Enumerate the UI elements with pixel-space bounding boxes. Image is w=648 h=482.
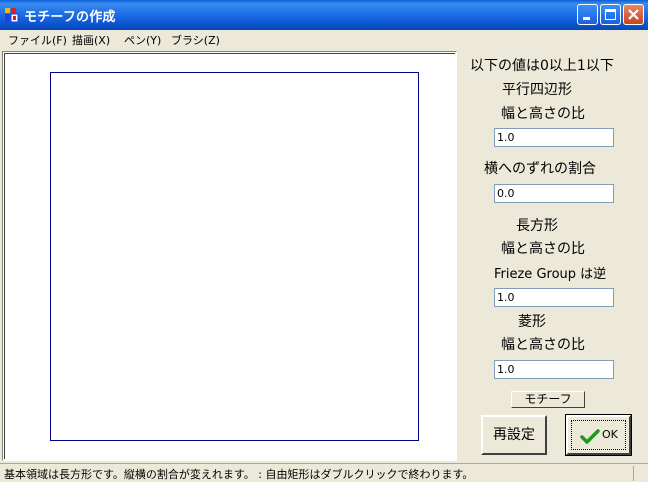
rectangle-ratio-field[interactable]: 1.0 [494, 288, 614, 307]
shift-ratio-label: 横へのずれの割合 [484, 161, 596, 177]
status-separator [633, 466, 634, 481]
menu-file[interactable]: ファイル(F) [8, 32, 67, 48]
frieze-note: Frieze Group は逆 [494, 267, 607, 282]
rectangle-title: 長方形 [516, 218, 558, 234]
parallelogram-title: 平行四辺形 [502, 82, 572, 98]
menu-brush[interactable]: ブラシ(Z) [171, 32, 220, 48]
ok-button[interactable]: OK [565, 414, 632, 456]
menu-pen[interactable]: ペン(Y) [124, 32, 161, 48]
rectangle-ratio-label: 幅と高さの比 [501, 241, 585, 257]
ok-label: OK [602, 428, 618, 441]
menu-bar: ファイル(F) 描画(X) ペン(Y) ブラシ(Z) [0, 30, 648, 48]
status-bar: 基本領域は長方形です。縦横の割合が変えれます。 : 自由矩形はダブルクリックで終… [0, 463, 648, 482]
menu-draw[interactable]: 描画(X) [72, 32, 110, 48]
rhombus-ratio-label: 幅と高さの比 [501, 337, 585, 353]
motif-button[interactable]: モチーフ [511, 391, 585, 408]
motif-window: モチーフの作成 ファイル(F) 描画(X) ペン(Y) ブラシ(Z) 以下の値は… [0, 0, 648, 482]
app-icon [5, 8, 19, 23]
shift-ratio-field[interactable]: 0.0 [494, 184, 614, 203]
status-text: 基本領域は長方形です。縦横の割合が変えれます。 : 自由矩形はダブルクリックで終… [4, 468, 474, 481]
rhombus-title: 菱形 [518, 314, 546, 330]
fundamental-region-rectangle[interactable] [50, 72, 419, 441]
range-note: 以下の値は0以上1以下 [470, 58, 614, 74]
canvas-area[interactable] [4, 53, 455, 459]
minimize-button[interactable] [577, 4, 598, 25]
window-title: モチーフの作成 [24, 10, 116, 25]
maximize-icon [605, 9, 616, 20]
reset-button[interactable]: 再設定 [481, 415, 547, 455]
minimize-icon [583, 17, 590, 20]
title-bar[interactable]: モチーフの作成 [0, 0, 648, 30]
drawing-canvas[interactable] [2, 51, 457, 461]
checkmark-icon [580, 429, 600, 444]
rhombus-ratio-field[interactable]: 1.0 [494, 360, 614, 379]
parallelogram-ratio-label: 幅と高さの比 [501, 106, 585, 122]
parallelogram-ratio-field[interactable]: 1.0 [494, 128, 614, 147]
settings-panel: 以下の値は0以上1以下 平行四辺形 幅と高さの比 1.0 横へのずれの割合 0.… [460, 48, 648, 462]
close-icon [628, 9, 639, 20]
maximize-button[interactable] [600, 4, 621, 25]
close-button[interactable] [623, 4, 644, 25]
